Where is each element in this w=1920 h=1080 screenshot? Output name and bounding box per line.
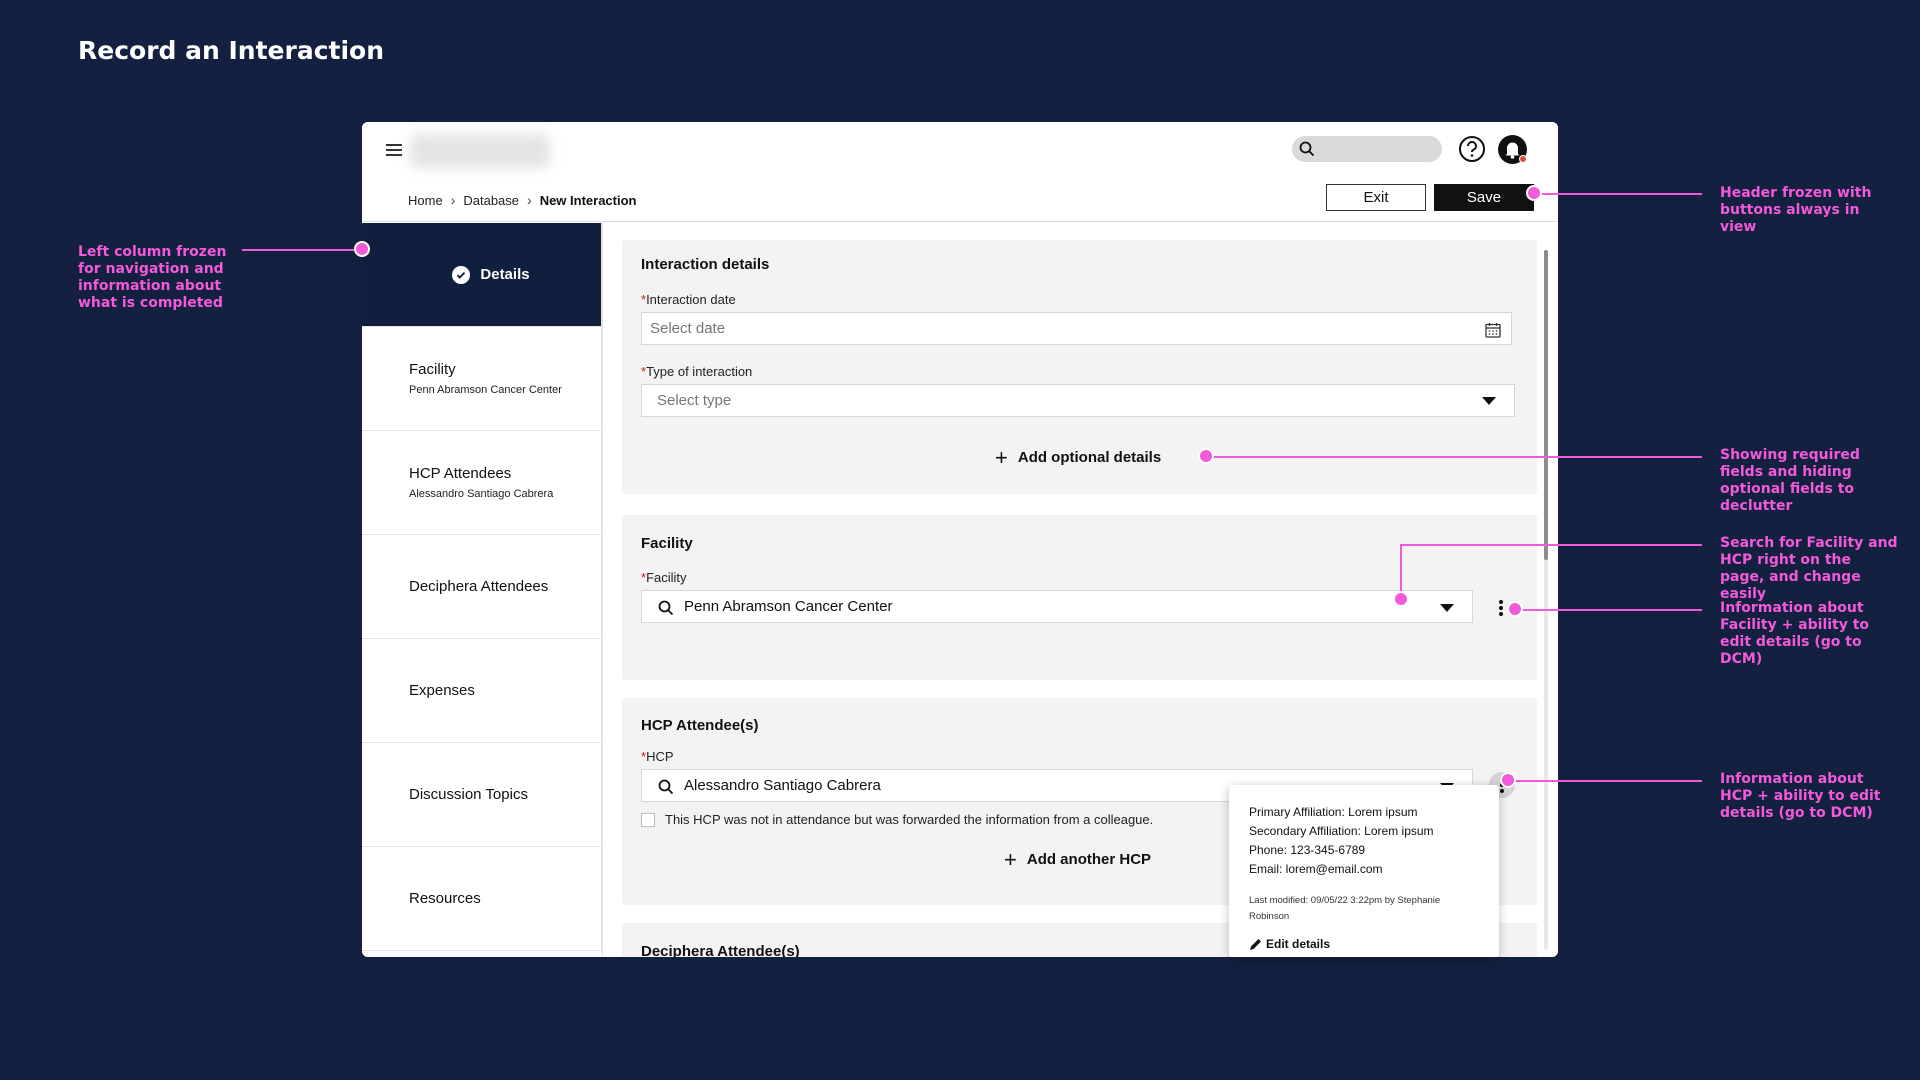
card-title: Deciphera Attendee(s) [641, 943, 800, 957]
facility-more-icon[interactable] [1499, 600, 1503, 618]
sidebar-item-label: Discussion Topics [409, 786, 528, 803]
annotation-dot [1393, 591, 1409, 607]
chevron-right-icon: › [527, 192, 532, 208]
annotation-line [1400, 544, 1702, 546]
chevron-down-icon[interactable] [1440, 604, 1454, 612]
not-in-attendance-checkbox[interactable] [641, 813, 655, 827]
exit-button[interactable]: Exit [1326, 184, 1426, 211]
field-label: *Facility [641, 570, 687, 585]
check-icon [452, 265, 471, 284]
edit-details-button[interactable]: Edit details [1249, 937, 1479, 951]
sidebar-item-resources[interactable]: Resources [362, 847, 602, 951]
sidebar-nav: Details Facility Penn Abramson Cancer Ce… [362, 223, 603, 957]
sidebar-item-details[interactable]: Details [362, 223, 602, 327]
sidebar-item-label: Expenses [409, 682, 475, 699]
annotation-dot [1500, 772, 1516, 788]
email: Email: lorem@email.com [1249, 862, 1383, 876]
card-title: Interaction details [641, 256, 770, 273]
notification-badge [1519, 155, 1527, 163]
annotation-left-column: Left column frozen for navigation and in… [78, 244, 227, 311]
menu-icon[interactable] [386, 144, 402, 156]
facility-search-input[interactable]: Penn Abramson Cancer Center [641, 590, 1473, 623]
secondary-affiliation: Secondary Affiliation: Lorem ipsum [1249, 824, 1434, 838]
annotation-header: Header frozen with buttons always in vie… [1720, 185, 1872, 235]
annotation-dot [1526, 185, 1542, 201]
page-title: Record an Interaction [78, 36, 385, 65]
scrollbar-thumb[interactable] [1544, 250, 1548, 560]
annotation-line [1515, 609, 1702, 611]
interaction-date-input[interactable]: Select date [641, 312, 1512, 345]
annotation-line [1208, 456, 1702, 458]
sidebar-item-label: Deciphera Attendees [409, 578, 549, 595]
field-label: *Interaction date [641, 292, 736, 307]
sidebar-item-discussion-topics[interactable]: Discussion Topics [362, 743, 602, 847]
hcp-info-popover: Primary Affiliation: Lorem ipsum Seconda… [1229, 785, 1499, 957]
help-icon[interactable] [1458, 135, 1486, 163]
annotation-facility-info: Information about Facility + ability to … [1720, 600, 1870, 667]
breadcrumb-current: New Interaction [539, 192, 637, 208]
breadcrumb: Home › Database › New Interaction [408, 192, 636, 208]
annotation-search: Search for Facility and HCP right on the… [1720, 535, 1898, 602]
search-icon [658, 779, 674, 795]
sidebar-item-label: Details [480, 266, 530, 283]
logo [410, 134, 550, 168]
sidebar-item-expenses[interactable]: Expenses [362, 639, 602, 743]
annotation-dot [354, 241, 370, 257]
sidebar-item-sub: Penn Abramson Cancer Center [409, 384, 562, 396]
annotation-required-fields: Showing required fields and hiding optio… [1720, 447, 1860, 514]
search-icon [658, 600, 674, 616]
chevron-down-icon [1482, 397, 1496, 405]
field-label: *HCP [641, 749, 674, 764]
checkbox-label: This HCP was not in attendance but was f… [665, 812, 1154, 827]
pencil-icon [1250, 938, 1261, 950]
chevron-right-icon: › [450, 192, 456, 208]
app-header: Home › Database › New Interaction Exit S… [362, 122, 1558, 222]
calendar-icon[interactable] [1485, 322, 1501, 338]
annotation-line [1534, 193, 1702, 195]
save-button[interactable]: Save [1434, 184, 1534, 211]
annotation-dot [1198, 448, 1214, 464]
plus-icon: + [995, 444, 1008, 470]
annotation-line [242, 249, 362, 251]
sidebar-item-label: Facility [409, 361, 456, 378]
sidebar-item-sub: Alessandro Santiago Cabrera [409, 488, 554, 500]
breadcrumb-home[interactable]: Home [408, 193, 443, 208]
add-optional-details-button[interactable]: + Add optional details [995, 444, 1161, 470]
add-another-hcp-button[interactable]: + Add another HCP [1004, 846, 1151, 872]
sidebar-item-deciphera-attendees[interactable]: Deciphera Attendees [362, 535, 602, 639]
field-label: *Type of interaction [641, 364, 753, 379]
last-modified: Last modified: 09/05/22 3:22pm by Stepha… [1249, 895, 1441, 922]
card-title: Facility [641, 535, 693, 552]
search-icon [1299, 141, 1315, 157]
primary-affiliation: Primary Affiliation: Lorem ipsum [1249, 805, 1418, 819]
sidebar-item-label: HCP Attendees [409, 465, 512, 482]
interaction-type-select[interactable]: Select type [641, 384, 1515, 417]
search-input[interactable] [1292, 136, 1442, 162]
breadcrumb-database[interactable]: Database [463, 193, 519, 208]
plus-icon: + [1004, 846, 1017, 872]
sidebar-item-hcp-attendees[interactable]: HCP Attendees Alessandro Santiago Cabrer… [362, 431, 602, 535]
sidebar-item-label: Resources [409, 890, 481, 907]
sidebar-item-facility[interactable]: Facility Penn Abramson Cancer Center [362, 327, 602, 431]
annotation-hcp-info: Information about HCP + ability to edit … [1720, 771, 1881, 821]
card-title: HCP Attendee(s) [641, 717, 759, 734]
phone: Phone: 123-345-6789 [1249, 843, 1366, 857]
annotation-dot [1507, 601, 1523, 617]
annotation-line [1508, 780, 1702, 782]
